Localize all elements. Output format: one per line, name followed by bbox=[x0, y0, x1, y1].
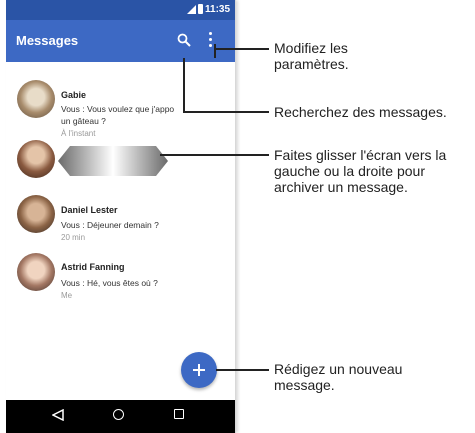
app-bar: Messages bbox=[6, 20, 235, 62]
avatar bbox=[17, 80, 55, 118]
callout-connector bbox=[183, 58, 185, 113]
avatar bbox=[17, 140, 55, 178]
home-icon[interactable] bbox=[113, 409, 124, 420]
navigation-bar bbox=[6, 400, 235, 433]
recents-icon[interactable] bbox=[174, 409, 184, 419]
battery-icon bbox=[198, 4, 203, 14]
callout-connector bbox=[214, 44, 216, 58]
signal-icon bbox=[187, 5, 196, 14]
contact-name: Daniel Lester bbox=[61, 205, 118, 215]
avatar bbox=[17, 195, 55, 233]
callout-connector bbox=[214, 48, 269, 50]
callout-swipe: Faites glisser l'écran vers la gauche ou… bbox=[274, 147, 447, 195]
callout-compose: Rédigez un nouveau message. bbox=[274, 361, 403, 393]
phone-screen: 11:35 Messages Gabie Vous : Vous voulez … bbox=[6, 0, 236, 433]
callout-connector bbox=[216, 369, 269, 371]
message-preview: Vous : Vous voulez que j'appo bbox=[61, 104, 175, 114]
back-icon[interactable] bbox=[52, 409, 64, 421]
status-time: 11:35 bbox=[205, 4, 231, 15]
message-time: Me bbox=[61, 291, 73, 300]
message-preview: Vous : Déjeuner demain ? bbox=[61, 220, 159, 230]
callout-connector bbox=[160, 154, 269, 156]
message-preview-cont: un gâteau ? bbox=[61, 116, 106, 126]
contact-name: Astrid Fanning bbox=[61, 262, 125, 272]
callout-connector bbox=[183, 111, 269, 113]
avatar bbox=[17, 253, 55, 291]
status-bar: 11:35 bbox=[6, 0, 235, 20]
message-time: À l'instant bbox=[61, 129, 96, 138]
search-icon[interactable] bbox=[177, 33, 191, 47]
contact-name: Gabie bbox=[61, 90, 87, 100]
message-time: 20 min bbox=[61, 233, 86, 242]
message-preview: Vous : Hé, vous êtes où ? bbox=[61, 278, 158, 288]
callout-search: Recherchez des messages. bbox=[274, 104, 447, 120]
callout-settings: Modifiez les paramètres. bbox=[274, 40, 349, 72]
swipe-indicator bbox=[58, 146, 168, 176]
app-title: Messages bbox=[16, 33, 79, 48]
compose-button[interactable] bbox=[181, 352, 217, 388]
